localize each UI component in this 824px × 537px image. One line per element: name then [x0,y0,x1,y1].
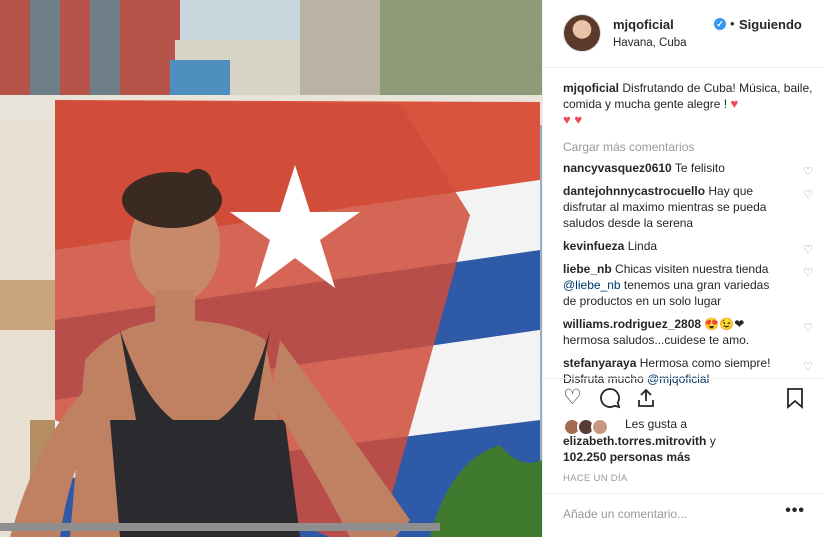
likes-conjunction: y [709,434,716,448]
comment-text: hermosa saludos...cuidese te amo. [563,333,750,347]
photo-illustration [0,0,542,537]
instagram-post: mjqoficial ✓ • Siguiendo Havana, Cuba mj… [0,0,824,537]
hearts-emoji-icon: ♥ ♥ [563,112,583,127]
comment-like-icon[interactable]: ♡ [803,320,813,336]
comment-item: nancyvasquez0610 Te felisito ♡ [563,160,815,178]
heart-outline-icon[interactable]: ♡ [563,387,582,409]
comment-username[interactable]: dantejohnnycastrocuello [563,184,705,198]
header-username[interactable]: mjqoficial [613,17,674,32]
bookmark-svg [787,388,803,409]
likes-text: elizabeth.torres.mitrovith y 102.250 per… [563,433,716,465]
comment-bubble-svg [600,388,621,409]
comment-username[interactable]: stefanyaraya [563,356,636,370]
likes-count[interactable]: 102.250 personas más [563,450,690,464]
comment-input[interactable] [563,507,783,521]
comment-item: kevinfueza Linda ♡ [563,238,815,256]
comment-like-icon[interactable]: ♡ [803,242,813,258]
comment-item: williams.rodriguez_2808 😍😉❤ hermosa salu… [563,316,815,348]
comment-username[interactable]: kevinfueza [563,239,624,253]
caption: mjqoficial Disfrutando de Cuba! Música, … [563,80,815,128]
location-link[interactable]: Havana, Cuba [613,37,687,49]
comment-username[interactable]: nancyvasquez0610 [563,161,672,175]
post-timestamp[interactable]: HACE UN DÍA [563,473,628,484]
comment-username[interactable]: liebe_nb [563,262,612,276]
share-icon[interactable] [635,387,657,414]
likes-prefix: Les gusta a [625,417,688,431]
following-button[interactable]: Siguiendo [739,17,802,32]
add-comment-bar: ••• [543,493,824,537]
comment-bubble-icon[interactable] [599,387,621,414]
header-separator: • [730,16,735,31]
comment-text: Chicas visiten nuestra tienda [615,262,769,276]
side-panel: mjqoficial ✓ • Siguiendo Havana, Cuba mj… [542,0,824,537]
post-photo[interactable] [0,0,542,537]
comment-item: dantejohnnycastrocuello Hay que disfruta… [563,183,815,231]
comment-item: liebe_nb Chicas visiten nuestra tienda @… [563,261,815,309]
bookmark-icon[interactable] [785,387,805,414]
comment-like-icon[interactable]: ♡ [803,265,813,281]
comment-text: Te felisito [674,161,725,175]
post-header: mjqoficial ✓ • Siguiendo Havana, Cuba [543,0,824,68]
share-svg [638,388,654,407]
action-bar: ♡ [543,378,824,418]
comment-like-icon[interactable]: ♡ [803,187,813,203]
comments-list: mjqoficial Disfrutando de Cuba! Música, … [563,80,815,394]
avatar[interactable] [563,14,601,52]
comment-like-icon[interactable]: ♡ [803,359,813,375]
comment-emojis: 😍😉❤ [704,317,745,331]
heart-emoji-icon: ♥ [730,96,739,111]
likes-summary: Les gusta a elizabeth.torres.mitrovith y… [563,414,815,465]
caption-username[interactable]: mjqoficial [563,81,619,95]
comment-text: Linda [627,239,658,253]
load-more-comments-button[interactable]: Cargar más comentarios [563,140,815,154]
comment-mention-link[interactable]: @liebe_nb [563,278,621,292]
more-options-icon[interactable]: ••• [785,502,805,520]
comment-username[interactable]: williams.rodriguez_2808 [563,317,701,331]
liker-username[interactable]: elizabeth.torres.mitrovith [563,434,706,448]
comment-like-icon[interactable]: ♡ [803,164,813,180]
verified-badge-icon: ✓ [714,18,726,30]
